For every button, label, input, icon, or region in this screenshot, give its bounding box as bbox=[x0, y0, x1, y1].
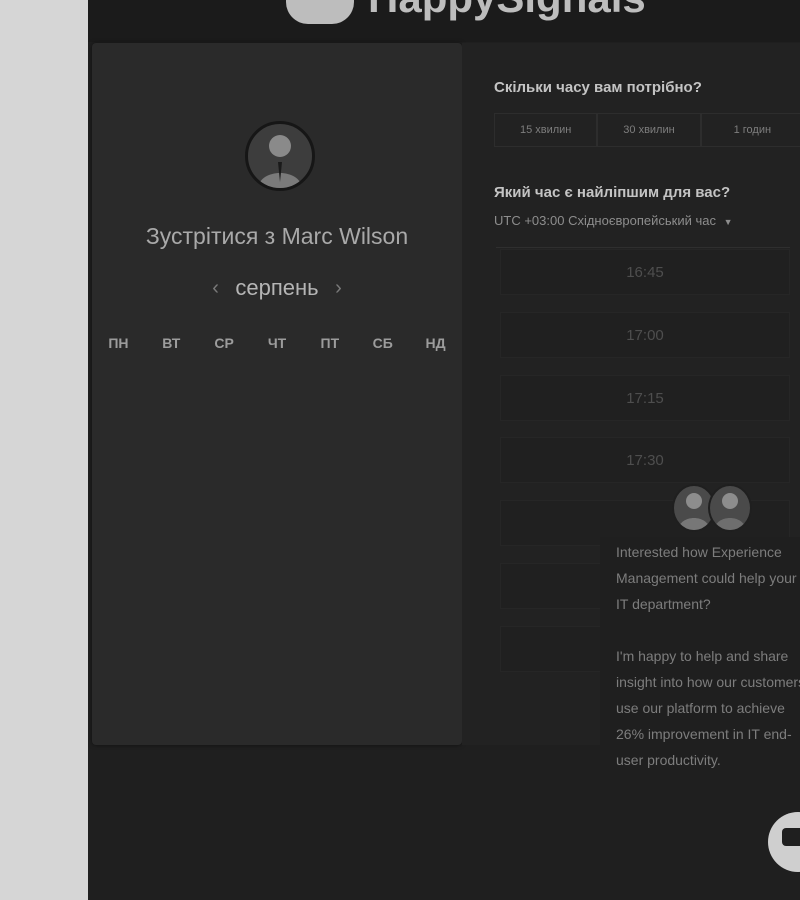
person-icon bbox=[258, 135, 302, 188]
duration-60-button[interactable]: 1 годин bbox=[700, 113, 800, 147]
chevron-down-icon: ▼ bbox=[723, 217, 733, 227]
month-label: серпень bbox=[235, 275, 319, 300]
weekday-header: ПН ВТ СР ЧТ ПТ СБ НД bbox=[92, 335, 462, 351]
weekday-label: ВТ bbox=[162, 335, 181, 351]
logo-icon bbox=[286, 0, 354, 24]
host-panel: Зустрітися з Marc Wilson ‹ серпень › ПН … bbox=[92, 43, 462, 745]
duration-30-button[interactable]: 30 хвилин bbox=[597, 113, 701, 147]
weekday-label: СР bbox=[214, 335, 234, 351]
agent-avatar bbox=[708, 484, 752, 532]
chat-message-text: I'm happy to help and share insight into… bbox=[616, 648, 800, 768]
header: HappySignals bbox=[88, 0, 800, 42]
meeting-title: Зустрітися з Marc Wilson bbox=[145, 223, 409, 249]
weekday-label: СБ bbox=[372, 335, 393, 351]
chat-icon bbox=[782, 828, 800, 846]
weekday-label: НД bbox=[425, 335, 446, 351]
previous-month-icon[interactable]: ‹ bbox=[212, 277, 219, 300]
duration-question: Скільки часу вам потрібно? bbox=[494, 79, 702, 96]
timezone-select[interactable]: UTC +03:00 Східноєвропейський час ▼ bbox=[494, 213, 733, 228]
duration-15-button[interactable]: 15 хвилин bbox=[494, 113, 598, 147]
chat-widget-message: Interested how Experience Management cou… bbox=[600, 537, 800, 769]
weekday-label: ПН bbox=[108, 335, 129, 351]
month-navigation: ‹ серпень › bbox=[92, 275, 462, 301]
next-month-icon[interactable]: › bbox=[335, 277, 342, 300]
page-margin bbox=[0, 0, 88, 900]
person-icon bbox=[714, 493, 746, 530]
time-slot-button[interactable]: 17:00 bbox=[500, 312, 790, 358]
chat-message-text: Interested how Experience Management cou… bbox=[616, 544, 797, 612]
time-slot-button[interactable]: 16:45 bbox=[500, 249, 790, 295]
divider bbox=[496, 247, 790, 248]
duration-options: 15 хвилин 30 хвилин 1 годин bbox=[494, 113, 800, 147]
weekday-label: ЧТ bbox=[267, 335, 287, 351]
time-slot-button[interactable]: 17:15 bbox=[500, 375, 790, 421]
time-question: Який час є найліпшим для вас? bbox=[494, 184, 731, 201]
time-slot-button[interactable]: 17:30 bbox=[500, 437, 790, 483]
weekday-label: ПТ bbox=[320, 335, 340, 351]
host-avatar bbox=[245, 121, 315, 191]
logo: HappySignals bbox=[368, 0, 646, 22]
timezone-label: UTC +03:00 Східноєвропейський час bbox=[494, 213, 716, 228]
